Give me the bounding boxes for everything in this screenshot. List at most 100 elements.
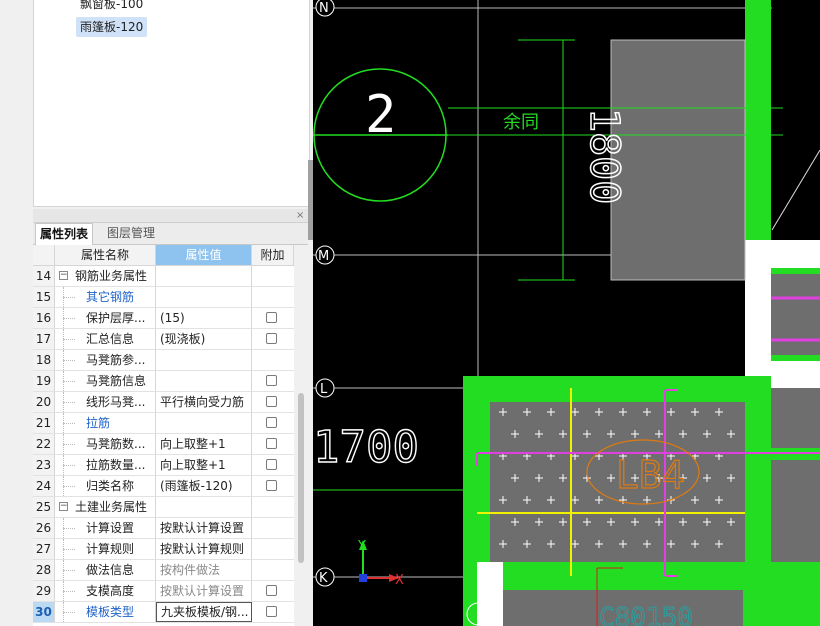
property-row[interactable]: 27 计算规则 按默认计算规则 [33, 539, 294, 560]
property-value[interactable]: (雨篷板-120) [156, 476, 252, 496]
property-value[interactable]: 向上取整+1 [156, 434, 252, 454]
svg-text:N: N [319, 1, 329, 16]
extra-cell [252, 539, 294, 559]
group-label: 钢筋业务属性 [75, 269, 148, 283]
tree-guide [63, 339, 75, 340]
property-name: 保护层厚... [55, 308, 156, 328]
property-label: 保护层厚... [86, 311, 146, 325]
property-value[interactable]: 按默认计算设置 [156, 581, 252, 601]
property-value[interactable]: (现浇板) [156, 329, 252, 349]
properties-grid: 属性名称 属性值 附加 14− 钢筋业务属性 15 其它钢筋 16 保护层厚... (15)… [33, 245, 294, 626]
close-icon[interactable]: × [296, 211, 304, 221]
property-row[interactable]: 21 拉筋 [33, 413, 294, 434]
property-value[interactable]: 九夹板模板/钢... [156, 602, 252, 622]
property-value[interactable] [156, 371, 252, 391]
bottom-label-text: C80150 [599, 603, 693, 626]
extra-cell [252, 392, 294, 412]
property-row[interactable]: 14− 钢筋业务属性 [33, 266, 294, 287]
extra-checkbox[interactable] [266, 585, 277, 596]
property-name: 归类名称 [55, 476, 156, 496]
tree-guide [63, 591, 75, 592]
property-value[interactable] [156, 350, 252, 370]
tree-guide [63, 549, 75, 550]
tree-guide [63, 486, 75, 487]
ucs-icon: Y X [357, 539, 404, 588]
extra-cell [252, 518, 294, 538]
slab-top [610, 39, 746, 281]
property-row[interactable]: 24 归类名称 (雨篷板-120) [33, 476, 294, 497]
row-number: 14 [33, 266, 55, 286]
property-row[interactable]: 28 做法信息 按构件做法 [33, 560, 294, 581]
property-value[interactable] [156, 266, 252, 286]
scrollbar-thumb[interactable] [298, 393, 304, 563]
extra-checkbox[interactable] [266, 396, 277, 407]
property-name: 拉筋数量... [55, 455, 156, 475]
property-label: 汇总信息 [86, 332, 135, 346]
extra-checkbox[interactable] [266, 333, 277, 344]
property-row[interactable]: 25− 土建业务属性 [33, 497, 294, 518]
row-number: 20 [33, 392, 55, 412]
property-value[interactable] [156, 287, 252, 307]
property-row[interactable]: 22 马凳筋数... 向上取整+1 [33, 434, 294, 455]
tree-item-bay-window-slab[interactable]: 飘窗板-100 [76, 0, 147, 14]
row-number: 27 [33, 539, 55, 559]
property-row[interactable]: 16 保护层厚... (15) [33, 308, 294, 329]
axis-label-m: M [315, 245, 335, 265]
extra-checkbox[interactable] [266, 438, 277, 449]
property-label: 马凳筋信息 [86, 374, 147, 388]
property-name: 其它钢筋 [55, 287, 156, 307]
extra-checkbox[interactable] [266, 459, 277, 470]
property-value[interactable]: 按构件做法 [156, 560, 252, 580]
extra-cell [252, 497, 294, 517]
cad-drawing[interactable]: 2 余同 1800 N M L K 1700 LB4 C80150 Y X [313, 0, 820, 626]
extra-cell [252, 350, 294, 370]
property-row[interactable]: 30 模板类型 九夹板模板/钢... [33, 602, 294, 623]
row-number: 18 [33, 350, 55, 370]
properties-tabs: 属性列表 图层管理 [33, 223, 308, 245]
extra-checkbox[interactable] [266, 606, 277, 617]
tree-guide [63, 381, 75, 382]
cad-canvas[interactable]: 2 余同 1800 N M L K 1700 LB4 C80150 Y X [313, 0, 820, 626]
tree-guide [63, 612, 75, 613]
row-number: 23 [33, 455, 55, 475]
property-row[interactable]: 26 计算设置 按默认计算设置 [33, 518, 294, 539]
collapse-icon[interactable]: − [59, 502, 68, 511]
extra-cell [252, 287, 294, 307]
property-value[interactable]: 按默认计算设置 [156, 518, 252, 538]
property-value[interactable]: 按默认计算规则 [156, 539, 252, 559]
property-row[interactable]: 18 马凳筋参... [33, 350, 294, 371]
property-value[interactable]: 平行横向受力筋 [156, 392, 252, 412]
extra-cell [252, 413, 294, 433]
property-label: 拉筋 [86, 416, 111, 430]
property-row[interactable]: 23 拉筋数量... 向上取整+1 [33, 455, 294, 476]
row-number: 24 [33, 476, 55, 496]
property-row[interactable]: 19 马凳筋信息 [33, 371, 294, 392]
header-property-name: 属性名称 [55, 245, 156, 266]
header-property-value[interactable]: 属性值 [156, 245, 252, 266]
property-row[interactable]: 15 其它钢筋 [33, 287, 294, 308]
property-label: 模板类型 [86, 605, 135, 619]
property-row[interactable]: 29 支模高度 按默认计算设置 [33, 581, 294, 602]
property-value[interactable] [156, 497, 252, 517]
tab-layer-management[interactable]: 图层管理 [103, 223, 159, 244]
tree-item-canopy-slab[interactable]: 雨篷板-120 [76, 17, 148, 37]
property-value[interactable] [156, 413, 252, 433]
row-number: 22 [33, 434, 55, 454]
collapse-icon[interactable]: − [59, 271, 68, 280]
note-text: 余同 [503, 112, 539, 133]
extra-checkbox[interactable] [266, 375, 277, 386]
row-number: 21 [33, 413, 55, 433]
extra-checkbox[interactable] [266, 312, 277, 323]
tab-properties-list[interactable]: 属性列表 [35, 223, 94, 245]
extra-cell [252, 581, 294, 601]
group-label: 土建业务属性 [75, 500, 148, 514]
property-row[interactable]: 20 线形马凳... 平行横向受力筋 [33, 392, 294, 413]
header-rownum [33, 245, 55, 266]
extra-cell [252, 560, 294, 580]
property-value[interactable]: 向上取整+1 [156, 455, 252, 475]
svg-text:L: L [320, 382, 328, 397]
extra-checkbox[interactable] [266, 480, 277, 491]
extra-checkbox[interactable] [266, 417, 277, 428]
property-row[interactable]: 17 汇总信息 (现浇板) [33, 329, 294, 350]
property-value[interactable]: (15) [156, 308, 252, 328]
